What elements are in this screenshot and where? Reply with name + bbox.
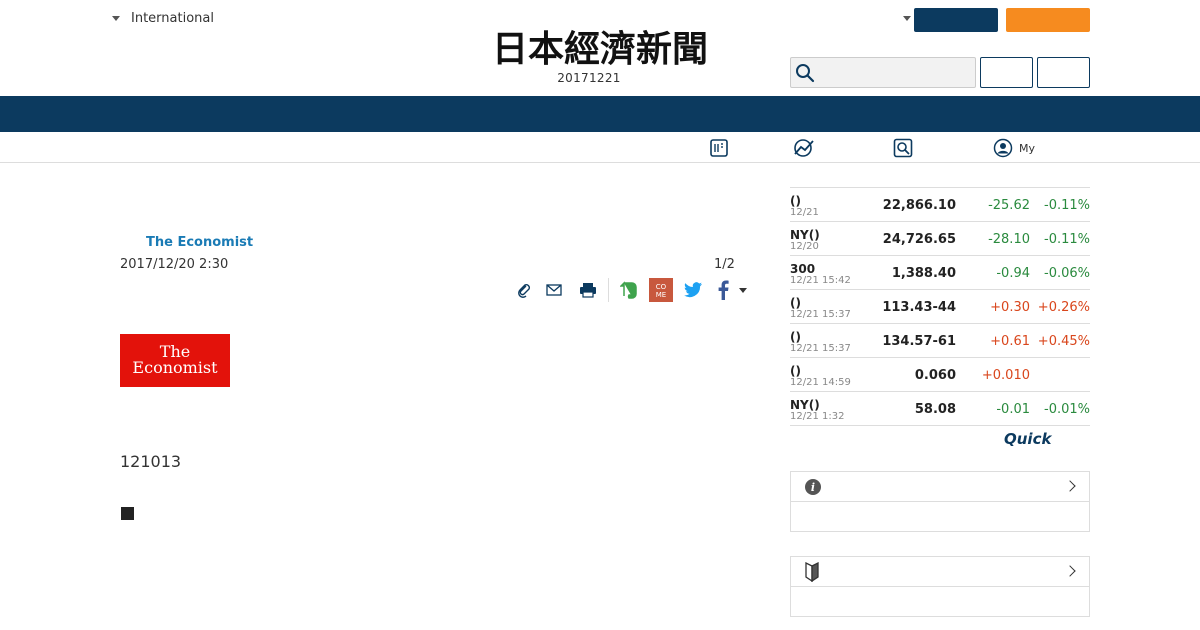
page-count: 1/2	[714, 257, 735, 272]
market-value: 0.060	[914, 368, 956, 383]
subnav-my-label: My	[1019, 141, 1036, 155]
market-name: ()	[790, 364, 801, 378]
market-name: 300	[790, 262, 816, 276]
issue-date: 20171221	[557, 71, 621, 85]
market-row[interactable]: () 12/21 15:37 113.43-44 +0.30 +0.26%	[790, 290, 1090, 324]
nikkei-logo[interactable]: 日本經濟新聞	[452, 28, 748, 68]
market-time: 12/21 14:59	[790, 377, 851, 388]
region-label: International	[131, 11, 214, 26]
caret-down-icon	[112, 16, 120, 21]
market-change: +0.61	[990, 334, 1030, 349]
market-change-percent: -0.11%	[1044, 232, 1090, 247]
account-menu-caret-icon[interactable]	[903, 16, 911, 21]
market-value: 113.43-44	[882, 300, 956, 315]
article-source-link[interactable]: The Economist	[146, 235, 253, 250]
market-change-percent: -0.06%	[1044, 266, 1090, 281]
chevron-right-icon	[1064, 480, 1076, 492]
svg-text:CO: CO	[656, 283, 667, 291]
market-change: -25.62	[988, 198, 1030, 213]
market-value: 24,726.65	[882, 232, 956, 247]
market-change: -0.94	[996, 266, 1030, 281]
subnav-markets[interactable]	[793, 137, 815, 159]
market-change: -28.10	[988, 232, 1030, 247]
market-row[interactable]: () 12/21 15:37 134.57-61 +0.61 +0.45%	[790, 324, 1090, 358]
clip-icon[interactable]	[512, 278, 536, 302]
market-name: NY()	[790, 398, 820, 412]
beginner-panel-header[interactable]	[791, 557, 1089, 587]
mail-icon[interactable]	[542, 278, 566, 302]
svg-text:日本經濟新聞: 日本經濟新聞	[492, 28, 708, 68]
market-name: ()	[790, 296, 801, 310]
market-change: +0.30	[990, 300, 1030, 315]
market-row[interactable]: NY() 12/20 24,726.65 -28.10 -0.11%	[790, 222, 1090, 256]
market-change-percent: +0.26%	[1037, 300, 1090, 315]
market-change-percent: -0.01%	[1044, 402, 1090, 417]
market-time: 12/21 15:37	[790, 343, 851, 354]
info-panel: i	[790, 471, 1090, 532]
market-time: 12/21 15:37	[790, 309, 851, 320]
subscribe-button[interactable]	[1006, 8, 1090, 32]
subnav-newspaper[interactable]	[709, 137, 729, 159]
login-button[interactable]	[914, 8, 998, 32]
sub-navigation: My	[0, 132, 1200, 163]
market-row[interactable]: NY() 12/21 1:32 58.08 -0.01 -0.01%	[790, 392, 1090, 426]
comment-icon[interactable]: CO ME	[649, 278, 673, 302]
end-of-article-mark	[121, 507, 134, 520]
market-change-percent: -0.11%	[1044, 198, 1090, 213]
header-outline-button-1[interactable]	[980, 57, 1033, 88]
market-value: 58.08	[914, 402, 956, 417]
chevron-right-icon	[1064, 565, 1076, 577]
evernote-icon[interactable]	[617, 278, 641, 302]
market-time: 12/20	[790, 241, 819, 252]
region-selector[interactable]: International	[112, 11, 214, 26]
print-icon[interactable]	[576, 278, 600, 302]
market-change: -0.01	[996, 402, 1030, 417]
search-icon	[893, 138, 913, 158]
market-time: 12/21 1:32	[790, 411, 845, 422]
search-input[interactable]	[819, 58, 969, 87]
market-change: +0.010	[981, 368, 1030, 383]
newspaper-icon	[710, 139, 728, 157]
chart-icon	[794, 139, 814, 157]
market-value: 22,866.10	[882, 198, 956, 213]
tools-divider	[608, 278, 609, 302]
subnav-search[interactable]	[893, 137, 913, 159]
info-icon: i	[805, 478, 821, 495]
subnav-my[interactable]: My	[993, 137, 1035, 159]
info-panel-header[interactable]: i	[791, 472, 1089, 502]
article-tools: CO ME	[512, 278, 747, 302]
twitter-icon[interactable]	[681, 278, 705, 302]
beginner-mark-icon	[805, 561, 819, 582]
market-row[interactable]: 300 12/21 15:42 1,388.40 -0.94 -0.06%	[790, 256, 1090, 290]
share-more-caret-icon[interactable]	[739, 287, 747, 293]
market-name: ()	[790, 194, 801, 208]
market-value: 1,388.40	[891, 266, 956, 281]
market-change-percent: +0.45%	[1037, 334, 1090, 349]
user-icon	[993, 138, 1013, 158]
market-row[interactable]: () 12/21 14:59 0.060 +0.010	[790, 358, 1090, 392]
search-icon[interactable]	[795, 63, 815, 83]
search-box	[790, 57, 976, 88]
market-value: 134.57-61	[882, 334, 956, 349]
market-time: 12/21 15:42	[790, 275, 851, 286]
svg-text:ME: ME	[656, 291, 666, 299]
article-date: 2017/12/20 2:30	[120, 257, 229, 272]
market-table: () 12/21 22,866.10 -25.62 -0.11% NY() 12/20 24,…	[790, 187, 1090, 426]
economist-logo: The Economist	[120, 334, 230, 387]
market-name: NY()	[790, 228, 820, 242]
article-body-text: 121013	[120, 452, 182, 471]
market-row[interactable]: () 12/21 22,866.10 -25.62 -0.11%	[790, 188, 1090, 222]
market-time: 12/21	[790, 207, 819, 218]
svg-text:i: i	[811, 481, 815, 494]
header-outline-button-2[interactable]	[1037, 57, 1090, 88]
facebook-icon[interactable]	[711, 278, 735, 302]
market-name: ()	[790, 330, 801, 344]
main-navigation-bar	[0, 96, 1200, 132]
beginner-panel	[790, 556, 1090, 617]
quick-logo: Quick	[1004, 430, 1052, 448]
